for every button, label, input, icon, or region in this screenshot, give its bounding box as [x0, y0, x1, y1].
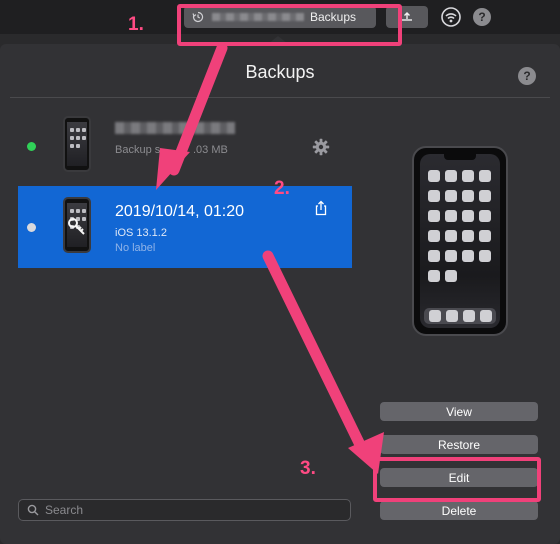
toolbar-help-label: ?	[478, 10, 486, 24]
step-label-3: 3.	[300, 458, 316, 479]
delete-button-label: Delete	[441, 503, 477, 518]
wifi-sync-button[interactable]	[438, 6, 464, 28]
panel-title: Backups	[245, 62, 315, 82]
backup-label: No label	[115, 242, 156, 254]
backup-size-suffix: .03 MB	[193, 144, 228, 156]
search-placeholder: Search	[45, 503, 84, 517]
share-icon[interactable]	[314, 200, 328, 216]
header-divider	[10, 97, 550, 98]
step-label-2: 2.	[274, 178, 290, 199]
view-button-label: View	[446, 404, 472, 419]
device-thumbnail	[63, 116, 91, 172]
blurred-backup-name	[115, 122, 235, 134]
wifi-sync-icon	[441, 7, 461, 27]
gear-icon[interactable]	[312, 138, 330, 156]
toolbar-help-button[interactable]: ?	[473, 8, 491, 26]
device-thumbnail	[63, 197, 91, 253]
status-dot	[27, 142, 36, 151]
search-field[interactable]: Search	[18, 499, 351, 521]
backup-date: 2019/10/14, 01:20	[115, 203, 245, 220]
restore-button[interactable]: Restore	[380, 435, 538, 454]
status-dot	[27, 223, 36, 232]
panel-help-label: ?	[523, 69, 531, 83]
view-button[interactable]: View	[380, 402, 538, 421]
panel-help-button[interactable]: ?	[518, 67, 536, 85]
restore-button-label: Restore	[437, 437, 481, 452]
highlight-box-toolbar	[177, 4, 402, 46]
step-label-1: 1.	[128, 14, 144, 35]
backup-size-prefix: Backup s	[115, 144, 161, 156]
key-icon	[68, 218, 85, 235]
search-icon	[27, 504, 39, 516]
backup-ios-version: iOS 13.1.2	[115, 227, 167, 239]
highlight-box-edit	[373, 457, 541, 502]
backup-row[interactable]: Backup s .03 MB	[0, 110, 352, 180]
delete-button[interactable]: Delete	[380, 501, 538, 520]
device-preview	[412, 146, 508, 336]
